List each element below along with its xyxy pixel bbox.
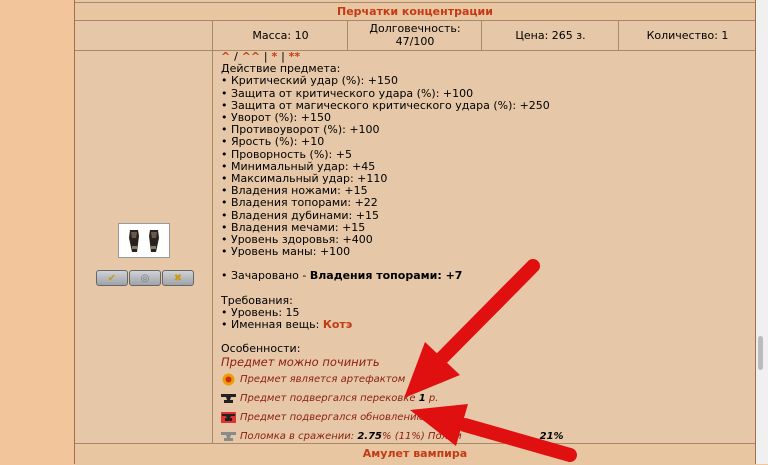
price-stat: Цена: 265 з. (481, 20, 619, 50)
requirement-named: • Именная вещь: Котэ (221, 318, 746, 332)
durability-label: Долговечность: (369, 22, 461, 35)
damage-tail: 21% (539, 430, 564, 442)
effect-item: • Ярость (%): +10 (221, 135, 325, 149)
damage-mid: % (11%) Полом (382, 430, 462, 442)
mass-stat: Масса: 10 (212, 20, 348, 50)
item-panel: Перчатки концентрации Масса: 10 Долговеч… (74, 0, 756, 465)
nav-separator: / (234, 50, 238, 63)
repairable-note: Предмет можно починить (221, 355, 380, 370)
quantity-stat: Количество: 1 (618, 20, 756, 50)
damage-value: 2.75 (357, 430, 383, 442)
damage-text: Поломка в сражении: 2.75% (11%) Полом 21% (240, 431, 564, 443)
feature-artifact: Предмет является артефактом (221, 372, 746, 388)
equip-button[interactable]: ✔ (96, 270, 128, 286)
artifact-icon (221, 373, 236, 386)
forged-count: 1 (418, 392, 426, 404)
item-description: ^ / ^^ | * | ** Действие предмета: • Кри… (221, 50, 746, 445)
stats-empty-cell (75, 20, 212, 50)
feature-updated: Предмет подвергался обновлению (221, 410, 746, 426)
item-stats-row: Масса: 10 Долговечность: 47/100 Цена: 26… (75, 20, 755, 51)
nav-link-up[interactable]: ^ (221, 50, 230, 63)
checkmark-icon: ✔ (107, 272, 117, 284)
enchant-skill: Владения топорами (309, 269, 438, 283)
features-title: Особенности: (221, 342, 301, 356)
cross-icon: ✖ (173, 272, 183, 284)
artifact-text: Предмет является артефактом (240, 373, 406, 385)
item-title: Перчатки концентрации (75, 2, 755, 21)
enchant-line: • Зачаровано - Владения топорами: +7 (221, 270, 746, 282)
item-image-column: ✔ ◎ ✖ (75, 51, 213, 443)
inspect-button[interactable]: ◎ (129, 270, 161, 286)
effect-item: • Владения топорами: +22 (221, 196, 378, 210)
effects-list: • Критический удар (%): +150 • Защита от… (221, 75, 746, 258)
damage-prefix: Поломка в сражении: (240, 430, 358, 442)
nav-link-star[interactable]: * (271, 50, 277, 63)
next-item-title: Амулет вампира (75, 443, 755, 465)
forged-prefix: Предмет подвергался перековке (240, 392, 419, 404)
scrollbar-thumb[interactable] (758, 336, 763, 370)
effect-item: • Уровень маны: +100 (221, 245, 351, 259)
updated-text: Предмет подвергался обновлению (240, 411, 425, 423)
nav-separator: | (263, 50, 268, 63)
forged-suffix: р. (425, 392, 439, 404)
gloves-icon (129, 229, 159, 252)
gloves-image[interactable] (118, 223, 170, 258)
effect-item: • Проворность (%): +5 (221, 147, 352, 161)
enchant-value: : +7 (437, 269, 463, 283)
effect-item: • Защита от критического удара (%): +100 (221, 86, 474, 100)
eye-icon: ◎ (140, 272, 150, 284)
effect-item: • Владения дубинами: +15 (221, 208, 379, 222)
nav-link-up-up[interactable]: ^^ (242, 50, 260, 63)
item-action-buttons: ✔ ◎ ✖ (96, 270, 194, 286)
named-item-label: • Именная вещь: (221, 318, 323, 332)
durability-value: 47/100 (395, 35, 435, 48)
nav-link-double-star[interactable]: ** (289, 50, 301, 63)
feature-forged: Предмет подвергался перековке 1 р. (221, 391, 746, 407)
anvil-icon (221, 393, 236, 404)
drop-button[interactable]: ✖ (162, 270, 194, 286)
requirements-title: Требования: (221, 293, 293, 307)
nav-separator: | (281, 50, 285, 63)
anvil-grey-icon (221, 431, 236, 442)
enchant-prefix: • Зачаровано - (221, 269, 310, 283)
durability-stat: Долговечность: 47/100 (347, 20, 482, 50)
named-item-owner: Котэ (322, 318, 353, 332)
effect-item: • Критический удар (%): +150 (221, 74, 399, 88)
anvil-upgrade-icon (221, 412, 236, 424)
forged-text: Предмет подвергался перековке 1 р. (240, 393, 438, 405)
